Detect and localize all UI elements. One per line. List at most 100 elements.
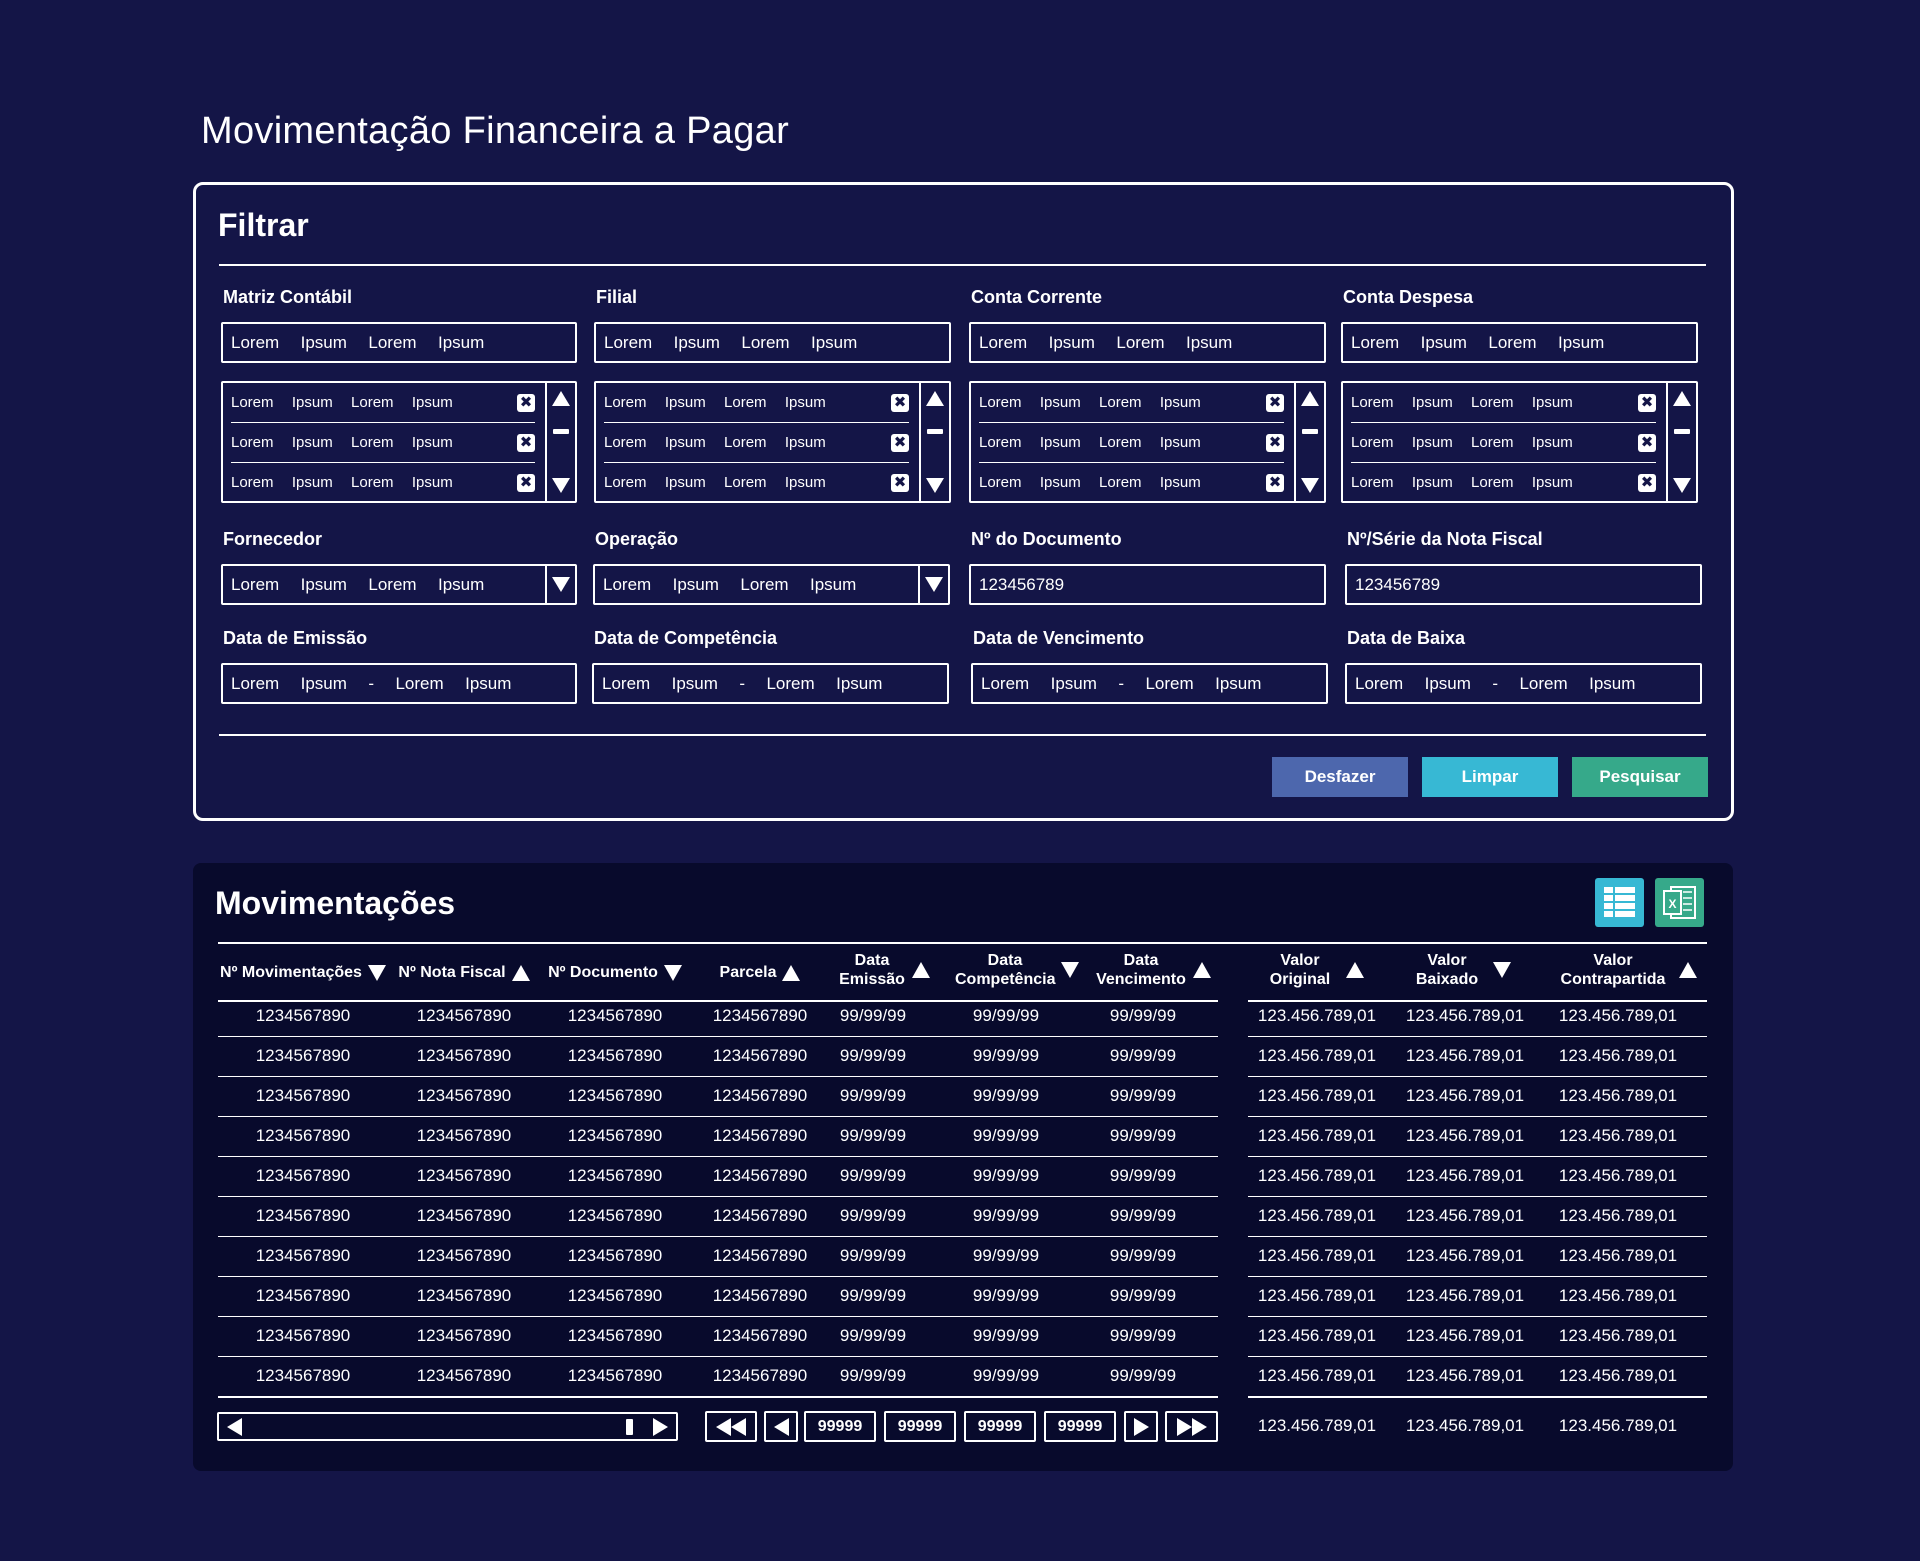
page-button[interactable]: 99999 — [964, 1411, 1036, 1442]
data-emissao-input[interactable]: Lorem Ipsum - Lorem Ipsum — [221, 663, 577, 704]
column-header-nota-fiscal[interactable]: Nº Nota Fiscal — [393, 963, 535, 982]
table-cell: 1234567890 — [416, 1366, 512, 1385]
next-page-icon[interactable] — [1124, 1411, 1158, 1442]
list-scrollbar[interactable] — [1294, 383, 1324, 501]
table-cell: 123.456.789,01 — [1257, 1166, 1377, 1185]
close-square-icon[interactable]: ✖ — [1638, 474, 1656, 492]
sort-desc-icon[interactable] — [367, 964, 386, 981]
nota-fiscal-input[interactable]: 123456789 — [1345, 564, 1702, 605]
chevron-down-icon[interactable] — [545, 566, 575, 603]
column-header-movimentacoes[interactable]: Nº Movimentações — [218, 963, 388, 982]
desfazer-button[interactable]: Desfazer — [1272, 757, 1408, 797]
column-header-valor-baixado[interactable]: Valor Baixado — [1396, 951, 1522, 989]
triangle-up-icon[interactable] — [1673, 391, 1691, 406]
filial-input[interactable]: Lorem Ipsum Lorem Ipsum — [594, 322, 951, 363]
table-cell: 123.456.789,01 — [1558, 1366, 1678, 1385]
scroll-thumb[interactable] — [553, 429, 569, 434]
triangle-down-icon[interactable] — [1673, 478, 1691, 493]
conta-despesa-input[interactable]: Lorem Ipsum Lorem Ipsum — [1341, 322, 1698, 363]
close-square-icon[interactable]: ✖ — [891, 474, 909, 492]
page-button[interactable]: 99999 — [804, 1411, 876, 1442]
triangle-down-icon[interactable] — [926, 478, 944, 493]
list-scrollbar[interactable] — [919, 383, 949, 501]
matriz-contabil-input[interactable]: Lorem Ipsum Lorem Ipsum — [221, 322, 577, 363]
sort-desc-icon[interactable] — [663, 964, 682, 981]
close-square-icon[interactable]: ✖ — [1266, 434, 1284, 452]
column-header-parcela[interactable]: Parcela — [698, 963, 822, 982]
conta-corrente-input[interactable]: Lorem Ipsum Lorem Ipsum — [969, 322, 1326, 363]
table-cell: 1234567890 — [712, 1086, 808, 1105]
list-item: Lorem Ipsum Lorem Ipsum ✖ — [604, 383, 909, 423]
sort-desc-icon[interactable] — [1493, 962, 1511, 978]
table-cell: 123.456.789,01 — [1257, 1006, 1377, 1025]
table-cell: 99/99/99 — [972, 1366, 1040, 1385]
column-header-data-emissao[interactable]: Data Emissão — [829, 951, 939, 989]
column-header-documento[interactable]: Nº Documento — [535, 963, 695, 982]
grid-view-icon[interactable] — [1595, 878, 1644, 927]
data-vencimento-input[interactable]: Lorem Ipsum - Lorem Ipsum — [971, 663, 1328, 704]
sort-asc-icon[interactable] — [1679, 962, 1697, 978]
triangle-down-icon[interactable] — [1301, 478, 1319, 493]
prev-page-icon[interactable] — [764, 1411, 798, 1442]
scroll-thumb[interactable] — [626, 1419, 633, 1435]
horizontal-scrollbar[interactable] — [217, 1412, 678, 1441]
column-header-data-vencimento[interactable]: Data Vencimento — [1091, 951, 1215, 989]
column-header-valor-contrapartida[interactable]: Valor Contrapartida — [1544, 951, 1706, 989]
data-baixa-input[interactable]: Lorem Ipsum - Lorem Ipsum — [1345, 663, 1702, 704]
pesquisar-button[interactable]: Pesquisar — [1572, 757, 1708, 797]
table-cell: 123.456.789,01 — [1405, 1006, 1525, 1025]
sort-asc-icon[interactable] — [782, 964, 801, 981]
documento-input[interactable]: 123456789 — [969, 564, 1326, 605]
fornecedor-select[interactable]: Lorem Ipsum Lorem Ipsum — [221, 564, 577, 605]
close-square-icon[interactable]: ✖ — [1638, 434, 1656, 452]
close-square-icon[interactable]: ✖ — [517, 394, 535, 412]
limpar-button[interactable]: Limpar — [1422, 757, 1558, 797]
table-cell: 1234567890 — [416, 1206, 512, 1225]
list-scrollbar[interactable] — [1666, 383, 1696, 501]
sort-asc-icon[interactable] — [1346, 962, 1364, 978]
data-competencia-input[interactable]: Lorem Ipsum - Lorem Ipsum — [592, 663, 949, 704]
column-header-data-competencia[interactable]: Data Competência — [949, 951, 1085, 989]
table-cell: 99/99/99 — [972, 1166, 1040, 1185]
close-square-icon[interactable]: ✖ — [517, 474, 535, 492]
excel-export-icon[interactable]: X — [1655, 878, 1704, 927]
close-square-icon[interactable]: ✖ — [891, 394, 909, 412]
table-cell: 123.456.789,01 — [1558, 1286, 1678, 1305]
table-cell: 123.456.789,01 — [1558, 1166, 1678, 1185]
close-square-icon[interactable]: ✖ — [517, 434, 535, 452]
sort-asc-icon[interactable] — [511, 964, 530, 981]
close-square-icon[interactable]: ✖ — [891, 434, 909, 452]
list-item: Lorem Ipsum Lorem Ipsum ✖ — [979, 383, 1284, 423]
operacao-select[interactable]: Lorem Ipsum Lorem Ipsum — [593, 564, 950, 605]
first-page-icon[interactable] — [705, 1411, 757, 1442]
sort-desc-icon[interactable] — [1061, 962, 1079, 978]
table-cell: 123.456.789,01 — [1405, 1166, 1525, 1185]
scroll-thumb[interactable] — [1302, 429, 1318, 434]
triangle-up-icon[interactable] — [1301, 391, 1319, 406]
table-cell: 99/99/99 — [1109, 1126, 1177, 1145]
scroll-thumb[interactable] — [927, 429, 943, 434]
scroll-right-icon[interactable] — [653, 1418, 668, 1436]
scroll-thumb[interactable] — [1674, 429, 1690, 434]
last-page-icon[interactable] — [1165, 1411, 1218, 1442]
page-button[interactable]: 99999 — [1044, 1411, 1116, 1442]
close-square-icon[interactable]: ✖ — [1266, 474, 1284, 492]
table-cell: 99/99/99 — [1109, 1046, 1177, 1065]
triangle-up-icon[interactable] — [552, 391, 570, 406]
sort-asc-icon[interactable] — [912, 962, 930, 978]
close-square-icon[interactable]: ✖ — [1638, 394, 1656, 412]
triangle-up-icon[interactable] — [926, 391, 944, 406]
close-square-icon[interactable]: ✖ — [1266, 394, 1284, 412]
scroll-left-icon[interactable] — [227, 1418, 242, 1436]
table-cell: 99/99/99 — [1109, 1326, 1177, 1345]
table-cell: 99/99/99 — [972, 1286, 1040, 1305]
triangle-down-icon[interactable] — [552, 478, 570, 493]
list-scrollbar[interactable] — [545, 383, 575, 501]
table-cell: 1234567890 — [255, 1366, 351, 1385]
page-button[interactable]: 99999 — [884, 1411, 956, 1442]
data-baixa-label: Data de Baixa — [1347, 628, 1466, 648]
sort-asc-icon[interactable] — [1193, 962, 1211, 978]
column-header-valor-original[interactable]: Valor Original — [1248, 951, 1376, 989]
chevron-down-icon[interactable] — [918, 566, 948, 603]
table-cell: 123.456.789,01 — [1257, 1046, 1377, 1065]
